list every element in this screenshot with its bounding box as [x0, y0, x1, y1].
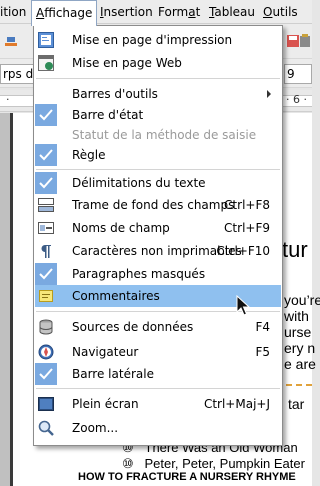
database-icon [39, 319, 53, 335]
menu-edition[interactable]: ition [0, 0, 26, 24]
font-size-field[interactable]: 9 [284, 64, 312, 84]
menu-item-print-layout[interactable]: Mise en page d'impression [35, 29, 281, 51]
menu-item-shortcut: Ctrl+F9 [224, 221, 270, 235]
menu-item-shortcut: F5 [255, 345, 270, 359]
ruler-tab-marker[interactable]: · [6, 93, 10, 106]
menu-item-toolbars[interactable]: Barres d'outils [35, 83, 281, 105]
edit-icon[interactable] [4, 33, 20, 49]
checkmark-icon [35, 363, 57, 385]
print-layout-icon [38, 32, 54, 48]
document-line: e are [284, 356, 316, 372]
dashed-separator [286, 384, 312, 386]
menu-item-sidebar[interactable]: Barre latérale [35, 363, 281, 385]
field-names-icon [38, 222, 54, 234]
pilcrow-icon [41, 245, 51, 258]
paragraph-style-field[interactable]: rps de [0, 64, 36, 84]
ruler-label: · 6 · [286, 93, 307, 106]
list-item: ⑩ Peter, Peter, Pumpkin Eater [122, 456, 305, 472]
menu-item-label: Statut de la méthode de saisie [72, 128, 257, 142]
menu-item-data-sources[interactable]: Sources de données F4 [35, 316, 281, 338]
menu-item-label: Commentaires [72, 289, 160, 303]
menu-item-status-bar[interactable]: Barre d'état [35, 104, 281, 126]
menu-separator [36, 169, 280, 170]
menu-item-input-method-status: Statut de la méthode de saisie [35, 124, 281, 146]
field-shadings-icon [38, 198, 54, 212]
list-item-text: Peter, Peter, Pumpkin Eater [144, 456, 305, 471]
menu-item-label: Barre d'état [72, 108, 144, 122]
menu-item-label: Barre latérale [72, 367, 154, 381]
menu-item-label: Navigateur [72, 345, 139, 359]
menu-item-label: Paragraphes masqués [72, 267, 206, 281]
menu-item-nonprinting-characters[interactable]: Caractères non imprimables Ctrl+F10 [35, 240, 281, 262]
full-screen-icon [38, 397, 54, 411]
menu-item-shortcut: Ctrl+F10 [216, 244, 270, 258]
menu-item-shortcut: Ctrl+Maj+J [203, 397, 270, 411]
web-layout-icon [38, 55, 54, 71]
menu-item-hidden-paragraphs[interactable]: Paragraphes masqués [35, 263, 281, 285]
menu-bar: ition Affichage Insertion Format Tableau… [0, 0, 312, 26]
page-border [10, 113, 13, 486]
menu-item-text-boundaries[interactable]: Délimitations du texte [35, 172, 281, 194]
menu-item-label: Noms de champ [72, 221, 170, 235]
menu-item-label: Règle [72, 148, 106, 162]
checkmark-icon [35, 263, 57, 285]
affichage-dropdown-menu: Mise en page d'impression Mise en page W… [33, 25, 283, 446]
zoom-icon [38, 420, 54, 436]
menu-item-shortcut: F4 [255, 320, 270, 334]
mouse-cursor-icon [236, 295, 251, 316]
document-heading: tur [282, 237, 308, 262]
menu-tableau[interactable]: Tableau [209, 0, 255, 24]
checkmark-icon [35, 104, 57, 126]
menu-item-label: Sources de données [72, 320, 194, 334]
menu-item-ruler[interactable]: Règle [35, 144, 281, 166]
compass-icon [38, 344, 54, 360]
document-line: with [284, 308, 309, 324]
menu-item-field-shadings[interactable]: Trame de fond des champs Ctrl+F8 [35, 194, 281, 216]
menu-separator [36, 78, 280, 79]
menu-item-label: Zoom... [72, 421, 119, 435]
paste-icon[interactable] [299, 33, 315, 49]
comment-icon [39, 290, 53, 302]
document-footer-heading: HOW TO FRACTURE A NURSERY RHYME [78, 471, 296, 483]
document-line: tar [288, 396, 305, 412]
menu-item-zoom[interactable]: Zoom... [35, 417, 281, 439]
menu-affichage[interactable]: Affichage [31, 0, 98, 26]
menu-item-label: Délimitations du texte [72, 176, 206, 190]
menu-item-full-screen[interactable]: Plein écran Ctrl+Maj+J [35, 393, 281, 415]
menu-item-label: Mise en page d'impression [72, 33, 233, 47]
menu-insertion[interactable]: Insertion [100, 0, 153, 24]
submenu-arrow-icon [267, 90, 271, 98]
document-line: ery n [284, 340, 316, 356]
menu-item-label: Barres d'outils [72, 87, 158, 101]
list-bullet: ⑩ [122, 456, 134, 471]
menu-item-label: Plein écran [72, 397, 139, 411]
document-line: urse [284, 324, 312, 340]
menu-item-label: Mise en page Web [72, 56, 182, 70]
menu-outils[interactable]: Outils [263, 0, 298, 24]
menu-item-navigator[interactable]: Navigateur F5 [35, 341, 281, 363]
menu-item-shortcut: Ctrl+F8 [224, 198, 270, 212]
menu-item-label: Trame de fond des champs [72, 198, 235, 212]
menu-item-field-names[interactable]: Noms de champ Ctrl+F9 [35, 217, 281, 239]
menu-format[interactable]: Format [158, 0, 200, 24]
checkmark-icon [35, 172, 57, 194]
checkmark-icon [35, 144, 57, 166]
menu-separator [36, 388, 280, 389]
menu-item-web-layout[interactable]: Mise en page Web [35, 52, 281, 74]
document-line: you’re [284, 292, 320, 308]
